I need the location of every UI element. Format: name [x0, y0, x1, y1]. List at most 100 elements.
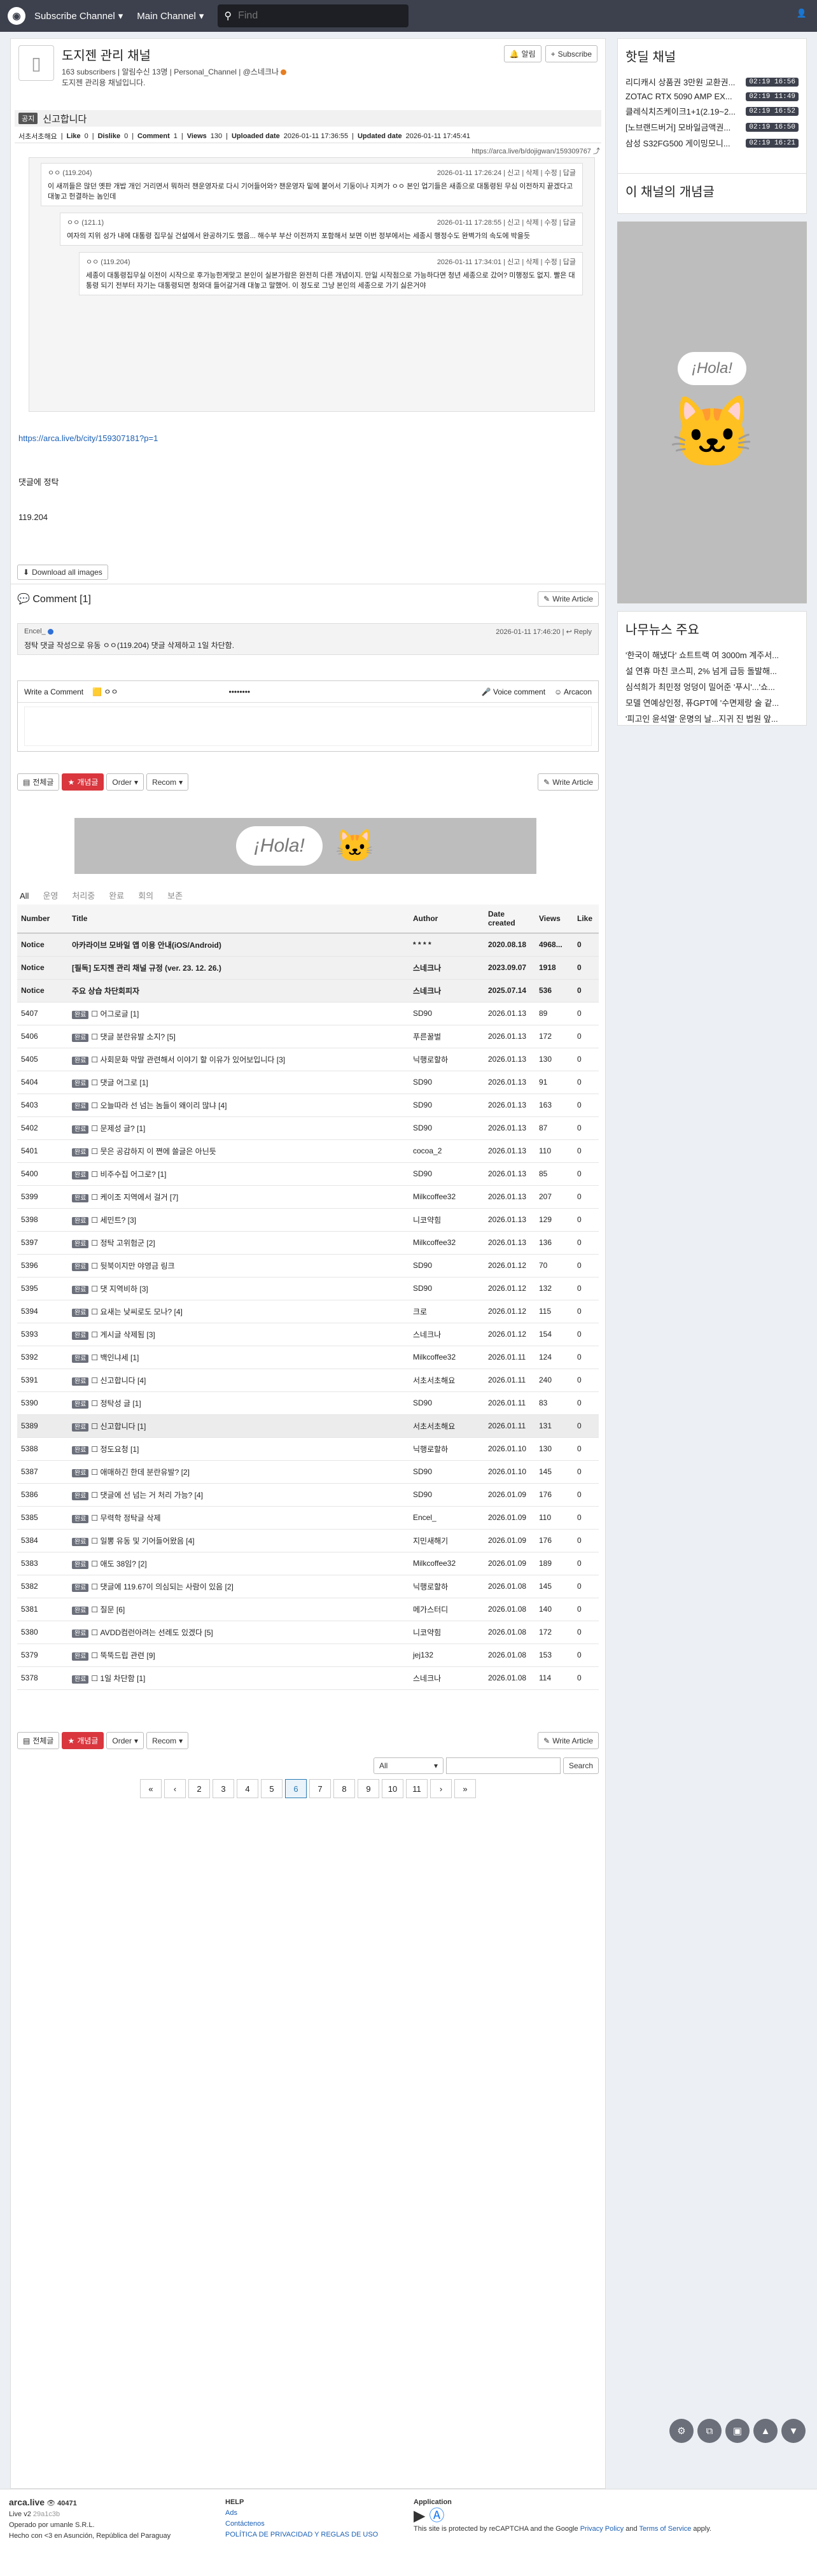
- news-item[interactable]: '피고인 윤석열' 운명의 날...지귀 진 법원 앞...: [625, 710, 799, 726]
- write-article-button[interactable]: ✎ Write Article: [538, 773, 599, 791]
- all-posts-button[interactable]: ▤ 전체글: [17, 1732, 60, 1749]
- comment-textarea[interactable]: [24, 707, 592, 746]
- page-button[interactable]: 3: [213, 1779, 234, 1798]
- recom-select[interactable]: Recom ▾: [146, 773, 189, 791]
- tab-meeting[interactable]: 회의: [138, 891, 153, 901]
- best-posts-title[interactable]: 이 채널의 개념글: [625, 181, 799, 200]
- arca-logo-icon[interactable]: ◉: [8, 7, 25, 25]
- row-author[interactable]: SD90: [409, 1162, 484, 1186]
- hotdeal-item[interactable]: [노브랜드버거] 모바일금액권... 02:19 16:50: [625, 119, 799, 135]
- row-title[interactable]: 완료 ☐ 뭇은 공감하지 이 쪈에 쓸글은 아닌듯: [68, 1139, 409, 1163]
- row-title[interactable]: 완료 ☐ 댓글에 선 넘는 거 처리 가능? [4]: [68, 1483, 409, 1507]
- page-button[interactable]: »: [454, 1779, 476, 1798]
- article-body-link[interactable]: https://arca.live/b/city/159307181?p=1: [18, 433, 158, 443]
- user-icon[interactable]: 👤: [797, 8, 807, 18]
- table-row[interactable]: 5380 완료 ☐ AVDD컴런아려는 선례도 있겠다 [5] 니코약힘 2026.01…: [17, 1621, 599, 1644]
- row-title[interactable]: 완료 ☐ 1일 차단함 [1]: [68, 1666, 409, 1690]
- row-title[interactable]: 완료 ☐ 무력학 정탁글 삭제: [68, 1506, 409, 1530]
- best-posts-button[interactable]: ★ 개념글: [62, 1732, 104, 1749]
- row-title[interactable]: 완료 ☐ 댓글 어그로 [1]: [68, 1071, 409, 1094]
- row-title[interactable]: 완료 ☐ 댓글 분란유발 소지? [5]: [68, 1025, 409, 1048]
- hola-banner[interactable]: ¡Hola! 🐱: [74, 818, 536, 874]
- page-button[interactable]: ›: [430, 1779, 452, 1798]
- page-button[interactable]: 10: [382, 1779, 403, 1798]
- table-row[interactable]: 5392 완료 ☐ 백인냐세 [1] Milkcoffee32 2026.01.11 12…: [17, 1346, 599, 1369]
- reply-button[interactable]: ↩ Reply: [566, 628, 592, 636]
- row-author[interactable]: 지민새해기: [409, 1529, 484, 1552]
- table-row[interactable]: 5388 완료 ☐ 정도요청 [1] 닉행로할하 2026.01.10 130 0: [17, 1437, 599, 1461]
- page-button[interactable]: 5: [261, 1779, 283, 1798]
- row-author[interactable]: Encel_: [409, 1506, 484, 1530]
- write-article-button[interactable]: ✎ Write Article: [538, 1732, 599, 1749]
- table-row[interactable]: 5383 완료 ☐ 애도 38임? [2] Milkcoffee32 2026.01.0…: [17, 1552, 599, 1575]
- tab-all[interactable]: All: [20, 891, 29, 906]
- sidebar-ad[interactable]: ¡Hola! 🐱: [617, 222, 807, 603]
- table-row[interactable]: 5401 완료 ☐ 뭇은 공감하지 이 쪈에 쓸글은 아닌듯 cocoa_2 2026.…: [17, 1139, 599, 1163]
- channel-name[interactable]: 도지젠 관리 채널: [62, 45, 286, 64]
- row-author[interactable]: SD90: [409, 1483, 484, 1507]
- app-store-icon[interactable]: Ⓐ: [429, 2509, 444, 2524]
- hotdeal-item[interactable]: 삼성 S32FG500 게이밍모니... 02:19 16:21: [625, 135, 799, 151]
- row-author[interactable]: jej132: [409, 1643, 484, 1667]
- page-button[interactable]: 6: [285, 1779, 307, 1798]
- table-row[interactable]: 5393 완료 ☐ 게시글 삭제됨 [3] 스네크나 2026.01.12 154 0: [17, 1323, 599, 1346]
- row-author[interactable]: 닉행로할하: [409, 1575, 484, 1598]
- arcacon-button[interactable]: ☺ Arcacon: [554, 687, 592, 696]
- table-row[interactable]: 5395 완료 ☐ 댓 지역비하 [3] SD90 2026.01.12 132 0: [17, 1277, 599, 1300]
- table-row[interactable]: 5400 완료 ☐ 비주수집 어그로? [1] SD90 2026.01.13 85 0: [17, 1162, 599, 1186]
- table-row[interactable]: Notice [필독] 도지젠 관리 채널 규정 (ver. 23. 12. 26…: [17, 956, 599, 980]
- table-row[interactable]: 5402 완료 ☐ 문제성 글? [1] SD90 2026.01.13 87 0: [17, 1116, 599, 1140]
- table-row[interactable]: 5398 완료 ☐ 세민트? [3] 니코약힘 2026.01.13 129 0: [17, 1208, 599, 1232]
- page-button[interactable]: 4: [237, 1779, 258, 1798]
- news-item[interactable]: 심석희가 최민정 엉덩이 밀어준 '푸시'...'쇼...: [625, 679, 799, 694]
- row-title[interactable]: 완료 ☐ 애도 38임? [2]: [68, 1552, 409, 1575]
- row-title[interactable]: 완료 ☐ 오늘따라 선 넘는 놈들이 왜이리 많냐 [4]: [68, 1094, 409, 1117]
- row-title[interactable]: 완료 ☐ 정도요청 [1]: [68, 1437, 409, 1461]
- scroll-down-icon[interactable]: ▼: [781, 2419, 806, 2443]
- footer-ads-link[interactable]: Ads: [225, 2509, 237, 2517]
- row-title[interactable]: 완료 ☐ 백인냐세 [1]: [68, 1346, 409, 1369]
- row-author[interactable]: 니코약힘: [409, 1621, 484, 1644]
- page-button[interactable]: 11: [406, 1779, 428, 1798]
- row-title[interactable]: 아카라이브 모바일 앱 이용 안내(iOS/Android): [68, 933, 409, 957]
- channel-owner[interactable]: @스네크나: [243, 67, 279, 76]
- row-author[interactable]: 닉행로할하: [409, 1048, 484, 1071]
- table-row[interactable]: 5406 완료 ☐ 댓글 분란유발 소지? [5] 푸른꿀벌 2026.01.13 172…: [17, 1025, 599, 1048]
- subscribe-button[interactable]: + Subscribe: [545, 45, 597, 62]
- table-row[interactable]: 5405 완료 ☐ 사회문화 막말 관련해서 이야기 할 이유가 있어보입니다 [3…: [17, 1048, 599, 1071]
- best-posts-button[interactable]: ★ 개념글: [62, 773, 104, 791]
- google-play-icon[interactable]: ▶: [414, 2509, 425, 2524]
- page-button[interactable]: 9: [358, 1779, 379, 1798]
- download-images-button[interactable]: ⬇ Download all images: [17, 565, 108, 580]
- row-author[interactable]: 서초서초해요: [409, 1414, 484, 1438]
- page-button[interactable]: 7: [309, 1779, 331, 1798]
- hotdeal-title[interactable]: 핫딜 채널: [625, 46, 799, 65]
- row-title[interactable]: 완료 ☐ 사회문화 막말 관련해서 이야기 할 이유가 있어보입니다 [3]: [68, 1048, 409, 1071]
- article-permalink[interactable]: https://arca.live/b/dojigwan/159309767 ⤴: [471, 146, 600, 156]
- row-author[interactable]: SD90: [409, 1116, 484, 1140]
- hotdeal-item[interactable]: 리디캐시 상품권 3만원 교환권... 02:19 16:56: [625, 74, 799, 90]
- row-title[interactable]: 완료 ☐ 뒷북이지만 야영금 링크: [68, 1254, 409, 1277]
- comment-icon[interactable]: ▣: [725, 2419, 750, 2443]
- table-row[interactable]: 5399 완료 ☐ 케이조 지역에서 걸거 [7] Milkcoffee32 2026.…: [17, 1185, 599, 1209]
- hotdeal-item[interactable]: ZOTAC RTX 5090 AMP EX... 02:19 11:49: [625, 90, 799, 103]
- table-row[interactable]: 5382 완료 ☐ 댓글에 119.67이 의심되는 사람이 있음 [2] 닉행로할하…: [17, 1575, 599, 1598]
- row-author[interactable]: Milkcoffee32: [409, 1185, 484, 1209]
- row-title[interactable]: 완료 ☐ 케이조 지역에서 걸거 [7]: [68, 1185, 409, 1209]
- table-row[interactable]: Notice 아카라이브 모바일 앱 이용 안내(iOS/Android) * * …: [17, 933, 599, 957]
- row-author[interactable]: 닉행로할하: [409, 1437, 484, 1461]
- terms-link[interactable]: Terms of Service: [639, 2525, 691, 2533]
- write-article-button-top[interactable]: ✎ Write Article: [538, 591, 599, 607]
- row-title[interactable]: 완료 ☐ 댓 지역비하 [3]: [68, 1277, 409, 1300]
- row-author[interactable]: * * * *: [409, 933, 484, 957]
- row-title[interactable]: 완료 ☐ 애매하긴 한데 분란유발? [2]: [68, 1460, 409, 1484]
- table-row[interactable]: 5391 완료 ☐ 신고합니다 [4] 서초서초해요 2026.01.11 240 0: [17, 1369, 599, 1392]
- article-author[interactable]: 서초서초해요: [18, 131, 57, 141]
- row-author[interactable]: 푸른꿀벌: [409, 1025, 484, 1048]
- page-button[interactable]: 8: [333, 1779, 355, 1798]
- voice-comment-button[interactable]: 🎤 Voice comment: [482, 687, 545, 696]
- table-row[interactable]: 5390 완료 ☐ 정탁성 글 [1] SD90 2026.01.11 83 0: [17, 1391, 599, 1415]
- subscribe-channel-menu[interactable]: Subscribe Channel ▾: [34, 10, 123, 22]
- page-button[interactable]: ‹: [164, 1779, 186, 1798]
- table-row[interactable]: 5389 완료 ☐ 신고합니다 [1] 서초서초해요 2026.01.11 131 0: [17, 1414, 599, 1438]
